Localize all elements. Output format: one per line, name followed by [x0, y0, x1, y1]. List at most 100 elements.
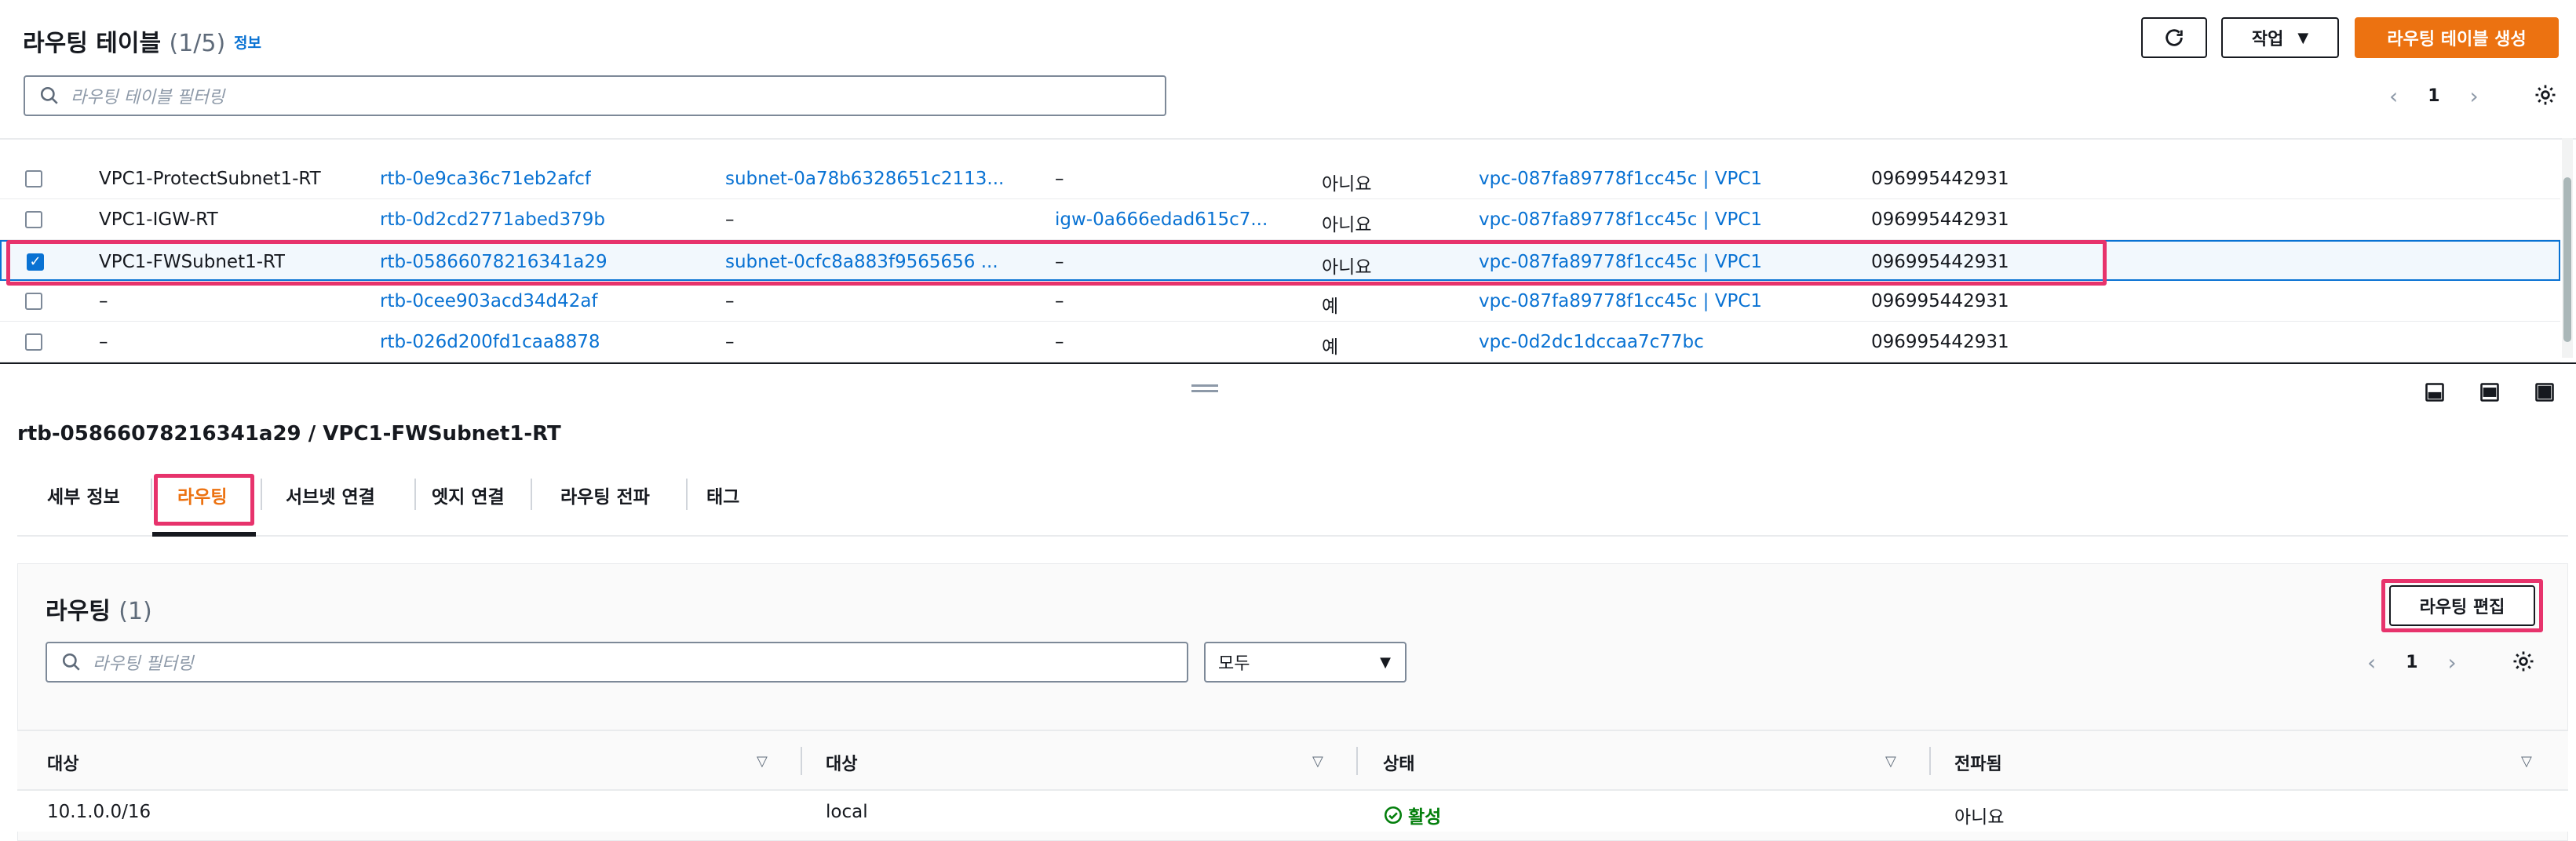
page-title: 라우팅 테이블 (1/5)	[23, 24, 225, 58]
refresh-icon	[2166, 29, 2183, 46]
caret-down-icon: ▼	[2297, 29, 2309, 46]
cell-owner: 096995442931	[1871, 332, 2009, 352]
annotation-highlight-row	[6, 240, 2107, 286]
routes-pagination: ‹ 1 ›	[2367, 648, 2457, 676]
chevron-right-icon[interactable]: ›	[2470, 83, 2479, 109]
cell-edge[interactable]: igw-0a666edad615c7...	[1055, 209, 1275, 230]
table-row[interactable]: VPC1-IGW-RT rtb-0d2cd2771abed379b – igw-…	[0, 199, 2560, 240]
routes-filter[interactable]: 라우팅 필터링	[46, 642, 1188, 683]
routes-filter-select[interactable]: 모두 ▼	[1204, 642, 1407, 683]
cell-vpc[interactable]: vpc-0d2dc1dccaa7c77bc	[1479, 332, 1704, 352]
tab-separator	[261, 479, 262, 510]
row-checkbox[interactable]	[25, 170, 42, 187]
sort-caret-icon[interactable]: ▽	[757, 753, 768, 770]
routes-table-header: 대상 ▽ 대상 ▽ 상태 ▽ 전파됨 ▽	[17, 730, 2568, 791]
settings-gear-icon[interactable]	[2534, 83, 2557, 110]
cell-name: –	[99, 332, 108, 352]
cell-subnet: –	[725, 209, 735, 230]
detail-tabs: 세부 정보 라우팅 서브넷 연결 엣지 연결 라우팅 전파 태그	[17, 469, 2568, 537]
panel-side-icon[interactable]	[2479, 381, 2501, 406]
search-icon	[40, 86, 58, 104]
cell-name: VPC1-IGW-RT	[99, 209, 218, 230]
chevron-left-icon[interactable]: ‹	[2367, 650, 2376, 675]
cell-main: 예	[1322, 297, 1339, 317]
select-value: 모두	[1218, 654, 1250, 674]
column-separator	[1929, 747, 1931, 775]
check-circle-icon	[1384, 806, 1403, 825]
cell-main: 아니요	[1322, 174, 1372, 195]
column-separator	[801, 747, 802, 775]
panel-bottom-icon[interactable]	[2424, 381, 2446, 406]
cell-propagated: 아니요	[1954, 807, 2005, 828]
sort-caret-icon[interactable]: ▽	[1885, 753, 1896, 770]
column-target[interactable]: 대상	[826, 750, 857, 775]
resize-handle-icon[interactable]	[1191, 384, 1218, 392]
tab-separator	[414, 479, 416, 510]
scrollbar-thumb[interactable]	[2563, 177, 2571, 342]
cell-vpc[interactable]: vpc-087fa89778f1cc45c | VPC1	[1479, 169, 1762, 189]
cell-destination: 10.1.0.0/16	[47, 802, 151, 822]
create-route-table-button[interactable]: 라우팅 테이블 생성	[2355, 17, 2559, 58]
sort-caret-icon[interactable]: ▽	[1312, 753, 1323, 770]
detail-title: rtb-05866078216341a29 / VPC1-FWSubnet1-R…	[17, 422, 561, 446]
cell-rtb-id[interactable]: rtb-026d200fd1caa8878	[380, 332, 600, 352]
tab-route-propagation[interactable]: 라우팅 전파	[560, 482, 650, 508]
row-checkbox[interactable]	[25, 333, 42, 351]
routes-title: 라우팅 (1)	[46, 592, 152, 626]
tab-separator	[686, 479, 688, 510]
cell-subnet: –	[725, 291, 735, 311]
status-text: 활성	[1408, 807, 1442, 828]
routes-settings-gear-icon[interactable]	[2512, 650, 2535, 676]
panel-full-icon[interactable]	[2534, 381, 2556, 406]
tab-separator	[151, 479, 152, 510]
filter-placeholder: 라우팅 테이블 필터링	[71, 88, 225, 107]
chevron-left-icon[interactable]: ‹	[2389, 83, 2398, 109]
cell-rtb-id[interactable]: rtb-0e9ca36c71eb2afcf	[380, 169, 591, 189]
cell-owner: 096995442931	[1871, 169, 2009, 189]
route-table-filter[interactable]: 라우팅 테이블 필터링	[24, 75, 1166, 116]
annotation-highlight-tab	[154, 474, 254, 526]
cell-edge: –	[1055, 169, 1064, 189]
cell-rtb-id[interactable]: rtb-0d2cd2771abed379b	[380, 209, 605, 230]
column-separator	[1356, 747, 1358, 775]
actions-label: 작업	[2251, 30, 2284, 49]
chevron-right-icon[interactable]: ›	[2448, 650, 2457, 675]
cell-edge: –	[1055, 291, 1064, 311]
cell-owner: 096995442931	[1871, 209, 2009, 230]
row-checkbox[interactable]	[25, 293, 42, 310]
cell-subnet: –	[725, 332, 735, 352]
table-row[interactable]: – rtb-026d200fd1caa8878 – – 예 vpc-0d2dc1…	[0, 322, 2560, 362]
page-title-text: 라우팅 테이블	[23, 30, 162, 57]
column-propagated[interactable]: 전파됨	[1954, 750, 2002, 775]
cell-subnet[interactable]: subnet-0a78b6328651c2113...	[725, 169, 1008, 189]
row-checkbox[interactable]	[25, 211, 42, 228]
split-divider	[0, 362, 2576, 364]
cell-vpc[interactable]: vpc-087fa89778f1cc45c | VPC1	[1479, 209, 1762, 230]
column-status[interactable]: 상태	[1383, 750, 1414, 775]
info-link[interactable]: 정보	[234, 31, 261, 53]
route-row[interactable]: 10.1.0.0/16 local 활성 아니요	[17, 791, 2568, 832]
top-pagination: ‹ 1 ›	[2389, 82, 2479, 110]
cell-main: 아니요	[1322, 215, 1372, 235]
tab-tags[interactable]: 태그	[706, 482, 739, 508]
table-row[interactable]: VPC1-ProtectSubnet1-RT rtb-0e9ca36c71eb2…	[0, 158, 2560, 199]
cell-rtb-id[interactable]: rtb-0cee903acd34d42af	[380, 291, 598, 311]
page-number[interactable]: 1	[2406, 653, 2417, 672]
cell-main: 예	[1322, 337, 1339, 358]
routes-title-text: 라우팅	[46, 598, 111, 625]
page-number[interactable]: 1	[2428, 86, 2439, 106]
tab-edge-associations[interactable]: 엣지 연결	[432, 482, 505, 508]
tab-details[interactable]: 세부 정보	[47, 482, 120, 508]
tab-separator	[531, 479, 532, 510]
refresh-button[interactable]	[2141, 17, 2207, 58]
vertical-scrollbar[interactable]	[2562, 138, 2573, 358]
actions-dropdown[interactable]: 작업 ▼	[2221, 17, 2339, 58]
sort-caret-icon[interactable]: ▽	[2521, 753, 2532, 770]
route-table-list: VPC1-ProtectSubnet1-RT rtb-0e9ca36c71eb2…	[0, 138, 2576, 362]
cell-vpc[interactable]: vpc-087fa89778f1cc45c | VPC1	[1479, 291, 1762, 311]
routes-filter-placeholder: 라우팅 필터링	[93, 654, 194, 674]
table-row[interactable]: – rtb-0cee903acd34d42af – – 예 vpc-087fa8…	[0, 281, 2560, 322]
column-destination[interactable]: 대상	[47, 750, 78, 775]
routes-count: (1)	[119, 598, 152, 625]
tab-subnet-associations[interactable]: 서브넷 연결	[286, 482, 375, 508]
